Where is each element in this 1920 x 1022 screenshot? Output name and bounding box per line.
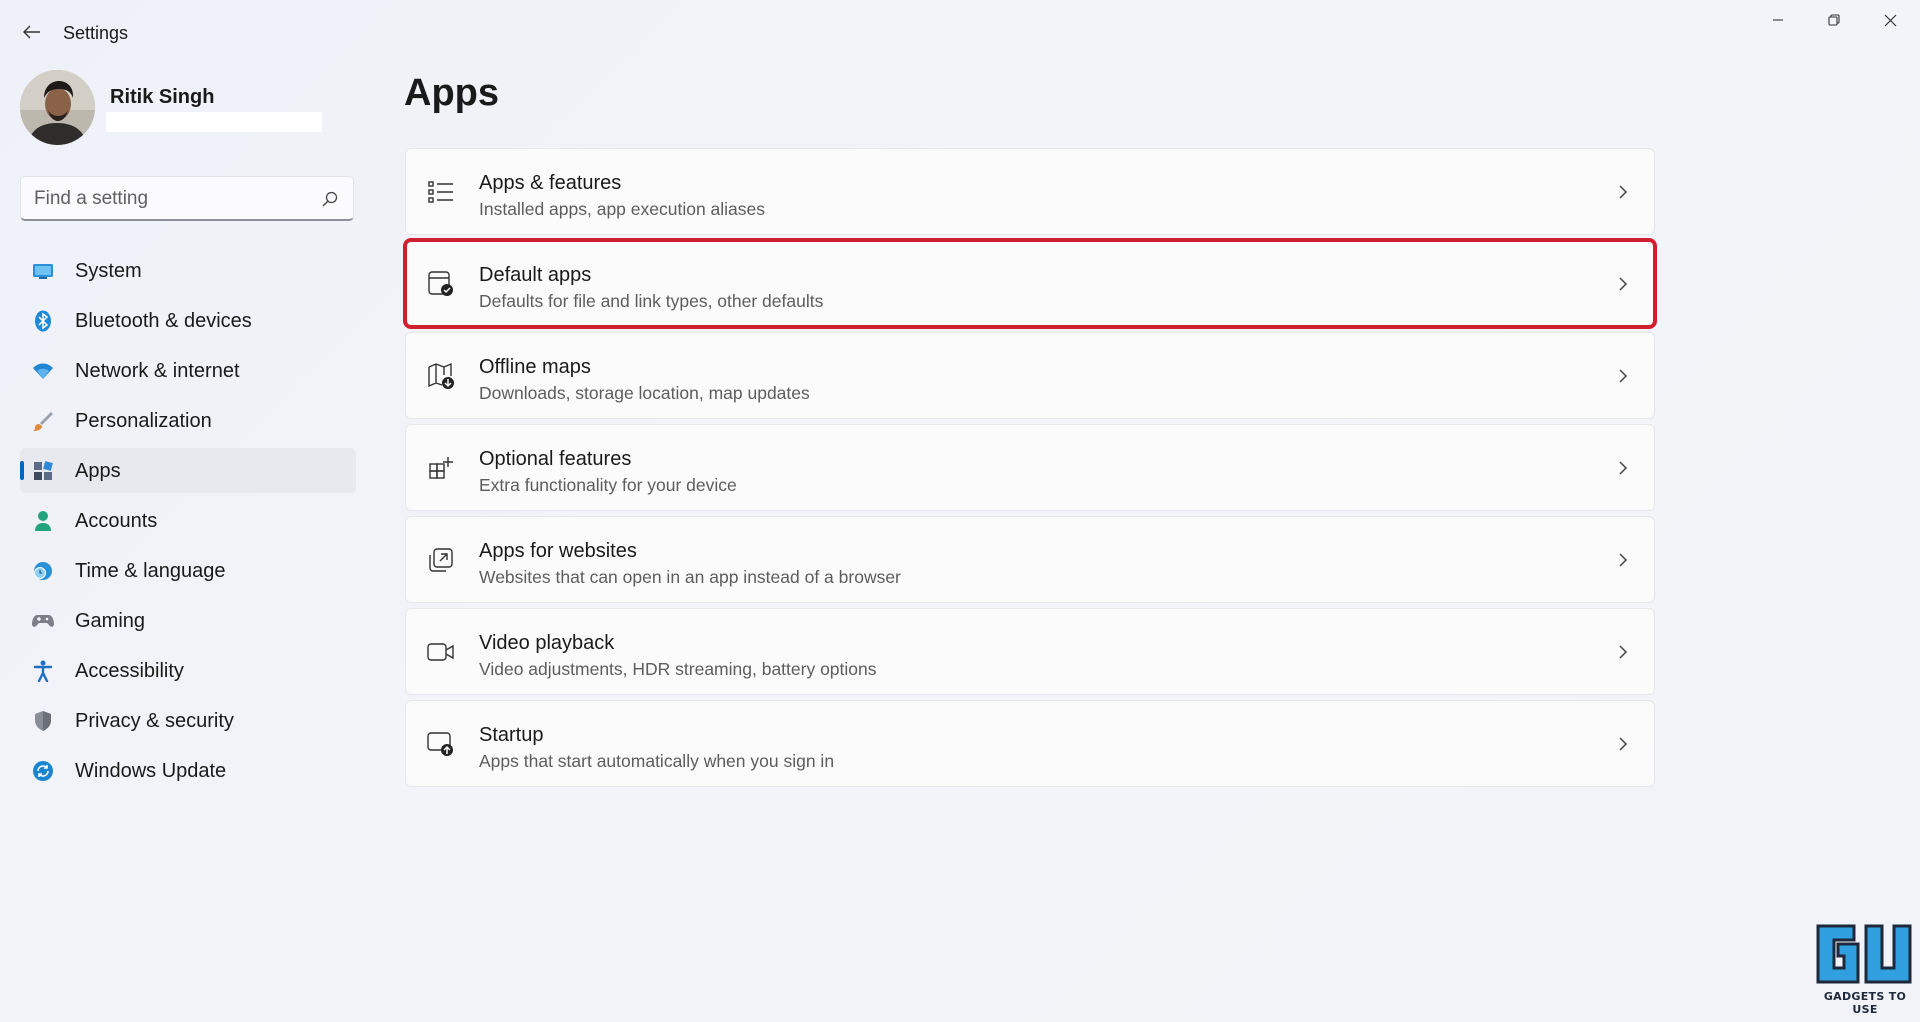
card-video-playback[interactable]: Video playback Video adjustments, HDR st… <box>405 608 1655 695</box>
default-apps-icon <box>427 270 455 298</box>
sidebar-item-accessibility[interactable]: Accessibility <box>20 648 356 693</box>
watermark-text: GADGETS TO USE <box>1823 990 1907 1016</box>
system-display-icon <box>32 260 54 282</box>
sidebar-item-label: Windows Update <box>75 760 227 782</box>
sidebar-item-label: Gaming <box>75 610 146 632</box>
card-title: Offline maps <box>479 356 591 378</box>
person-icon <box>32 510 54 532</box>
card-title: Apps & features <box>479 172 622 194</box>
sidebar-item-label: Network & internet <box>75 360 240 382</box>
sidebar-item-label: Personalization <box>75 410 212 432</box>
card-subtitle: Extra functionality for your device <box>479 475 737 495</box>
card-apps-for-websites[interactable]: Apps for websites Websites that can open… <box>405 516 1655 603</box>
sidebar-item-personalization[interactable]: Personalization <box>20 398 356 443</box>
sidebar-item-privacy-security[interactable]: Privacy & security <box>20 698 356 743</box>
apps-icon <box>32 460 54 482</box>
chevron-right-icon <box>1619 369 1628 383</box>
chevron-right-icon <box>1619 645 1628 659</box>
search-icon[interactable] <box>321 190 339 208</box>
sidebar-item-label: Bluetooth & devices <box>75 310 252 332</box>
minimize-icon <box>1773 19 1783 21</box>
back-arrow-icon <box>23 25 40 39</box>
startup-icon <box>427 730 455 758</box>
card-subtitle: Apps that start automatically when you s… <box>479 751 835 771</box>
card-subtitle: Defaults for file and link types, other … <box>479 291 824 311</box>
card-subtitle: Websites that can open in an app instead… <box>479 567 901 587</box>
sidebar-item-windows-update[interactable]: Windows Update <box>20 748 356 793</box>
sidebar-item-label: Time & language <box>75 560 226 582</box>
watermark-logo-icon <box>1816 924 1912 984</box>
sidebar-item-label: Accounts <box>75 510 158 532</box>
card-title: Optional features <box>479 448 632 470</box>
user-name: Ritik Singh <box>110 86 215 108</box>
card-apps-features[interactable]: Apps & features Installed apps, app exec… <box>405 148 1655 235</box>
open-in-app-icon <box>427 546 455 574</box>
sidebar-nav: System Bluetooth & devices Network & int… <box>20 248 356 798</box>
search-input[interactable] <box>34 188 314 210</box>
title-bar: Settings <box>0 0 1920 62</box>
card-subtitle: Downloads, storage location, map updates <box>479 383 810 403</box>
sidebar-item-bluetooth[interactable]: Bluetooth & devices <box>20 298 356 343</box>
card-offline-maps[interactable]: Offline maps Downloads, storage location… <box>405 332 1655 419</box>
sidebar-item-label: System <box>75 260 142 282</box>
window-title: Settings <box>63 23 129 43</box>
video-camera-icon <box>427 638 455 666</box>
gamepad-icon <box>32 610 54 632</box>
paintbrush-icon <box>32 410 54 432</box>
sidebar-item-label: Apps <box>75 460 121 482</box>
offline-map-icon <box>427 362 455 390</box>
minimize-button[interactable] <box>1750 0 1806 40</box>
sidebar-item-label: Accessibility <box>75 660 184 682</box>
restore-icon <box>1828 14 1840 26</box>
user-profile[interactable]: Ritik Singh <box>20 70 360 146</box>
chevron-right-icon <box>1619 553 1628 567</box>
card-optional-features[interactable]: Optional features Extra functionality fo… <box>405 424 1655 511</box>
page-title: Apps <box>404 72 499 114</box>
close-button[interactable] <box>1862 0 1918 40</box>
search-box[interactable] <box>20 176 354 221</box>
card-title: Startup <box>479 724 544 746</box>
sidebar-item-gaming[interactable]: Gaming <box>20 598 356 643</box>
list-icon <box>427 178 455 206</box>
back-button[interactable] <box>14 16 50 48</box>
close-icon <box>1884 14 1896 26</box>
card-subtitle: Installed apps, app execution aliases <box>479 199 766 219</box>
watermark-logo: GADGETS TO USE <box>1810 922 1920 1022</box>
user-email-redacted <box>106 112 322 132</box>
chevron-right-icon <box>1619 185 1628 199</box>
sidebar-item-network[interactable]: Network & internet <box>20 348 356 393</box>
sidebar-item-system[interactable]: System <box>20 248 356 293</box>
card-default-apps[interactable]: Default apps Defaults for file and link … <box>403 238 1657 329</box>
update-icon <box>32 760 54 782</box>
sidebar-item-apps[interactable]: Apps <box>20 448 356 493</box>
optional-features-icon <box>427 454 455 482</box>
sidebar-item-label: Privacy & security <box>75 710 234 732</box>
sidebar-item-accounts[interactable]: Accounts <box>20 498 356 543</box>
card-title: Apps for websites <box>479 540 637 562</box>
shield-icon <box>32 710 54 732</box>
chevron-right-icon <box>1619 461 1628 475</box>
avatar <box>20 70 95 145</box>
accessibility-icon <box>32 660 54 682</box>
settings-card-list: Apps & features Installed apps, app exec… <box>403 148 1657 792</box>
wifi-icon <box>32 360 54 382</box>
card-title: Video playback <box>479 632 615 654</box>
active-indicator <box>20 461 24 480</box>
chevron-right-icon <box>1619 737 1628 751</box>
sidebar-item-time-language[interactable]: Time & language <box>20 548 356 593</box>
card-title: Default apps <box>479 264 592 286</box>
clock-globe-icon <box>32 560 54 582</box>
chevron-right-icon <box>1619 277 1628 291</box>
card-startup[interactable]: Startup Apps that start automatically wh… <box>405 700 1655 787</box>
card-subtitle: Video adjustments, HDR streaming, batter… <box>479 659 877 679</box>
restore-button[interactable] <box>1806 0 1862 40</box>
bluetooth-icon <box>32 310 54 332</box>
